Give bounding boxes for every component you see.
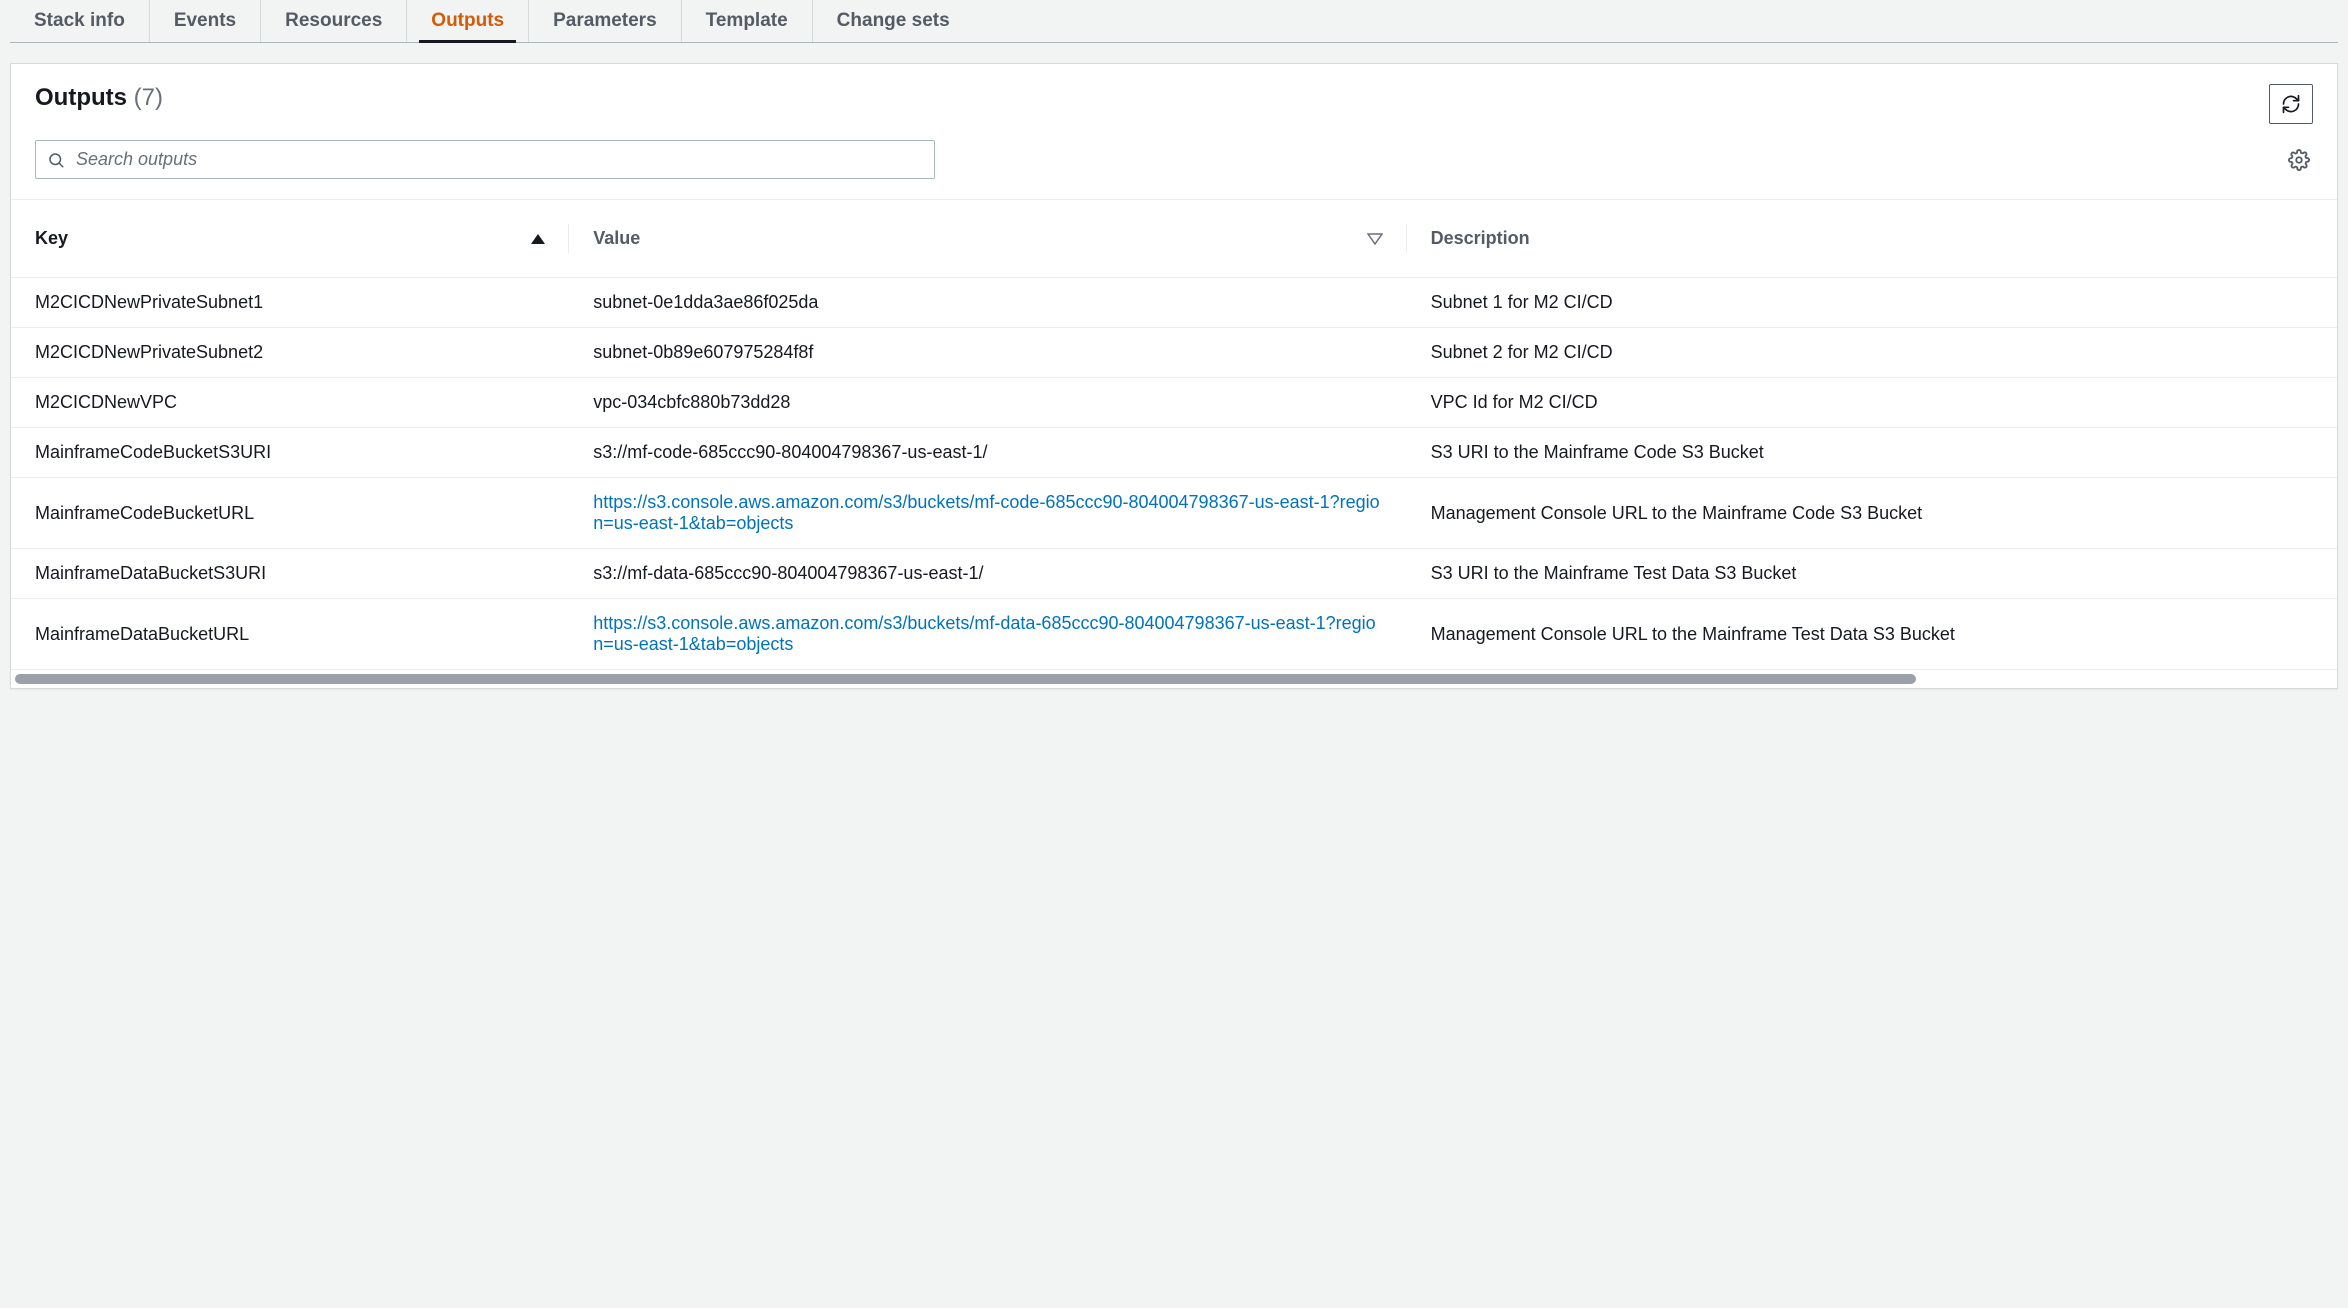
- sort-neutral-icon: [1367, 233, 1383, 245]
- tab-template[interactable]: Template: [682, 0, 813, 42]
- table-row: M2CICDNewPrivateSubnet2subnet-0b89e60797…: [11, 328, 2337, 378]
- cell-key: MainframeDataBucketS3URI: [11, 549, 569, 599]
- table-row: M2CICDNewVPCvpc-034cbfc880b73dd28VPC Id …: [11, 378, 2337, 428]
- settings-button[interactable]: [2285, 146, 2313, 174]
- tab-label: Template: [706, 10, 788, 31]
- cell-value: https://s3.console.aws.amazon.com/s3/buc…: [569, 478, 1406, 549]
- table-row: MainframeDataBucketS3URIs3://mf-data-685…: [11, 549, 2337, 599]
- scrollbar-thumb[interactable]: [15, 674, 1916, 684]
- cell-key: MainframeCodeBucketURL: [11, 478, 569, 549]
- horizontal-scrollbar[interactable]: [15, 674, 2333, 684]
- sort-asc-icon: [531, 234, 545, 244]
- cell-description: Subnet 1 for M2 CI/CD: [1407, 278, 2337, 328]
- table-row: MainframeCodeBucketURL https://s3.console…: [11, 478, 2337, 549]
- cell-description: S3 URI to the Mainframe Code S3 Bucket: [1407, 428, 2337, 478]
- tab-outputs[interactable]: Outputs: [407, 0, 529, 42]
- tab-label: Outputs: [431, 10, 504, 31]
- column-header-value[interactable]: Value: [569, 200, 1406, 278]
- tab-parameters[interactable]: Parameters: [529, 0, 682, 42]
- column-header-description[interactable]: Description: [1407, 200, 2337, 278]
- cell-value: s3://mf-code-685ccc90-804004798367-us-ea…: [569, 428, 1406, 478]
- cell-description: Subnet 2 for M2 CI/CD: [1407, 328, 2337, 378]
- table-row: MainframeCodeBucketS3URIs3://mf-code-685…: [11, 428, 2337, 478]
- refresh-icon: [2281, 94, 2301, 114]
- cell-value: vpc-034cbfc880b73dd28: [569, 378, 1406, 428]
- cell-description: Management Console URL to the Mainframe …: [1407, 599, 2337, 670]
- cell-key: M2CICDNewVPC: [11, 378, 569, 428]
- tab-label: Events: [174, 10, 236, 31]
- tab-stack-info[interactable]: Stack info: [10, 0, 150, 42]
- panel-title: Outputs (7): [35, 84, 163, 112]
- cell-value: s3://mf-data-685ccc90-804004798367-us-ea…: [569, 549, 1406, 599]
- value-link[interactable]: https://s3.console.aws.amazon.com/s3/buc…: [593, 492, 1379, 533]
- tab-label: Change sets: [837, 10, 950, 31]
- column-header-description-label: Description: [1431, 228, 1530, 249]
- cell-description: Management Console URL to the Mainframe …: [1407, 478, 2337, 549]
- cell-key: M2CICDNewPrivateSubnet2: [11, 328, 569, 378]
- search-box: [35, 140, 935, 179]
- tab-resources[interactable]: Resources: [261, 0, 407, 42]
- tab-label: Stack info: [34, 10, 125, 31]
- search-icon: [47, 151, 65, 169]
- cell-value: subnet-0b89e607975284f8f: [569, 328, 1406, 378]
- tab-label: Resources: [285, 10, 382, 31]
- cell-value: subnet-0e1dda3ae86f025da: [569, 278, 1406, 328]
- gear-icon: [2288, 149, 2310, 171]
- column-header-key[interactable]: Key: [11, 200, 569, 278]
- outputs-panel: Outputs (7) Key: [10, 63, 2338, 689]
- tab-change-sets[interactable]: Change sets: [813, 0, 974, 42]
- tab-events[interactable]: Events: [150, 0, 261, 42]
- column-header-value-label: Value: [593, 228, 640, 249]
- tab-label: Parameters: [553, 10, 657, 31]
- value-link[interactable]: https://s3.console.aws.amazon.com/s3/buc…: [593, 613, 1375, 654]
- cell-description: S3 URI to the Mainframe Test Data S3 Buc…: [1407, 549, 2337, 599]
- outputs-table: Key Value: [11, 199, 2337, 670]
- search-input[interactable]: [35, 140, 935, 179]
- cell-key: M2CICDNewPrivateSubnet1: [11, 278, 569, 328]
- cell-description: VPC Id for M2 CI/CD: [1407, 378, 2337, 428]
- panel-count: (7): [134, 84, 163, 111]
- cell-key: MainframeDataBucketURL: [11, 599, 569, 670]
- column-header-key-label: Key: [35, 228, 68, 249]
- cell-value: https://s3.console.aws.amazon.com/s3/buc…: [569, 599, 1406, 670]
- tab-bar: Stack info Events Resources Outputs Paramete…: [10, 0, 2338, 43]
- table-row: M2CICDNewPrivateSubnet1subnet-0e1dda3ae8…: [11, 278, 2337, 328]
- refresh-button[interactable]: [2269, 84, 2313, 124]
- cell-key: MainframeCodeBucketS3URI: [11, 428, 569, 478]
- table-row: MainframeDataBucketURL https://s3.console…: [11, 599, 2337, 670]
- panel-title-text: Outputs: [35, 84, 127, 111]
